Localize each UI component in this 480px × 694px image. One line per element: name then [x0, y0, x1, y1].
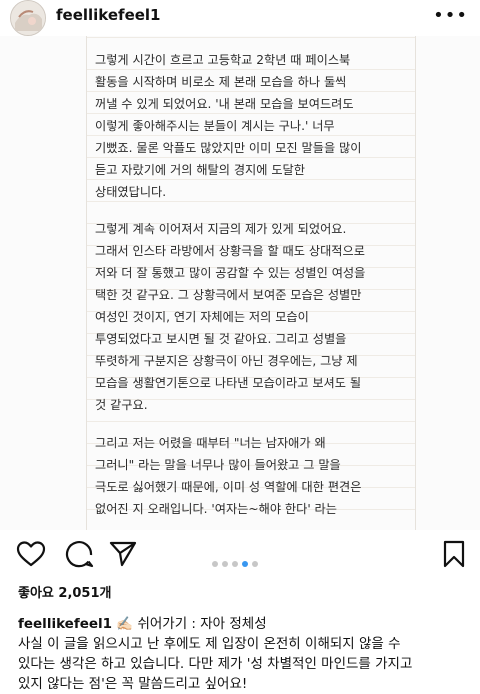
post-image[interactable]: 그렇게 시간이 흐르고 고등학교 2학년 때 페이스북 활동을 시작하며 비로소… [0, 36, 480, 530]
text-line: 그래서 인스타 라방에서 상황극을 할 때도 상대적으로 [95, 244, 365, 258]
post-paragraph-3: 그리고 저는 어렸을 때부터 "너는 남자애가 왜 그러니" 라는 말을 너무나… [95, 432, 405, 520]
text-line: 기뻤죠. 물론 악플도 많았지만 이미 모진 말들을 많이 [95, 141, 362, 155]
text-line: 택한 것 같구요. 그 상황극에서 보여준 모습은 성별만 [95, 288, 362, 302]
text-line: 듣고 자랐기에 거의 해탈의 경지에 도달한 [95, 163, 305, 177]
caption-line: 있지 않다는 점'은 꼭 말씀드리고 싶어요! [18, 676, 248, 692]
text-line: 것 같구요. [95, 398, 148, 412]
text-line: 뚜렷하게 구분지은 상황극이 아닌 경우에는, 그냥 제 [95, 354, 358, 368]
post-header: feellikefeel1 ••• [0, 0, 480, 36]
text-line: 그렇게 계속 이어져서 지금의 제가 있게 되었어요. [95, 222, 347, 236]
caption: feellikefeel1 ✍🏻 쉬어가기 : 자아 정체성 사실 이 글을 읽… [18, 614, 470, 694]
post-paragraph-1: 그렇게 시간이 흐르고 고등학교 2학년 때 페이스북 활동을 시작하며 비로소… [95, 49, 405, 203]
text-line: 투영되었다고 보시면 될 것 같아요. 그리고 성별을 [95, 332, 347, 346]
text-line: 상태였답니다. [95, 185, 167, 199]
carousel-dot [212, 561, 218, 567]
comment-icon[interactable] [64, 540, 94, 572]
text-line: 활동을 시작하며 비로소 제 본래 모습을 하나 둘씩 [95, 75, 347, 89]
text-line: 없어진 지 오래입니다. '여자는~해야 한다' 라는 [95, 502, 337, 516]
caption-line: 사실 이 글을 읽으시고 난 후에도 제 입장이 온전히 이해되지 않을 수 [18, 636, 401, 652]
text-line: 그렇게 시간이 흐르고 고등학교 2학년 때 페이스북 [95, 53, 351, 67]
carousel-dot-active [242, 561, 248, 567]
caption-line: 있다는 생각은 하고 있습니다. 다만 제가 '성 차별적인 마인드를 가지고 [18, 656, 413, 672]
carousel-dot [222, 561, 228, 567]
carousel-indicator [212, 552, 262, 567]
text-line: 꺼낼 수 있게 되었어요. '내 본래 모습을 보여드려도 [95, 97, 354, 111]
post-paragraph-2: 그렇게 계속 이어져서 지금의 제가 있게 되었어요. 그래서 인스타 라방에서… [95, 218, 405, 416]
share-icon[interactable] [108, 540, 138, 572]
text-line: 그러니" 라는 말을 너무나 많이 들어왔고 그 말을 [95, 458, 341, 472]
carousel-dot [252, 561, 258, 567]
text-line: 저와 더 잘 통했고 많이 공감할 수 있는 성별인 여성을 [95, 266, 366, 280]
avatar[interactable] [10, 0, 46, 36]
bookmark-icon[interactable] [442, 540, 466, 572]
more-options-icon[interactable]: ••• [433, 5, 468, 26]
caption-title: ✍🏻 쉬어가기 : 자아 정체성 [112, 616, 267, 632]
caption-username[interactable]: feellikefeel1 [18, 616, 112, 632]
heart-icon[interactable] [16, 540, 46, 572]
text-line: 그리고 저는 어렸을 때부터 "너는 남자애가 왜 [95, 436, 326, 450]
carousel-dot [232, 561, 238, 567]
action-bar [0, 532, 480, 580]
likes-count[interactable]: 좋아요 2,051개 [18, 582, 112, 601]
text-line: 이렇게 좋아해주시는 분들이 계시는 구나.' 너무 [95, 119, 335, 133]
text-line: 모습을 생활연기톤으로 나타낸 모습이라고 보셔도 될 [95, 376, 362, 390]
text-line: 여성인 것이지, 연기 자체에는 저의 모습이 [95, 310, 309, 324]
text-line: 극도로 싫어했기 때문에, 이미 성 역할에 대한 편견은 [95, 480, 362, 494]
username[interactable]: feellikefeel1 [56, 6, 161, 24]
